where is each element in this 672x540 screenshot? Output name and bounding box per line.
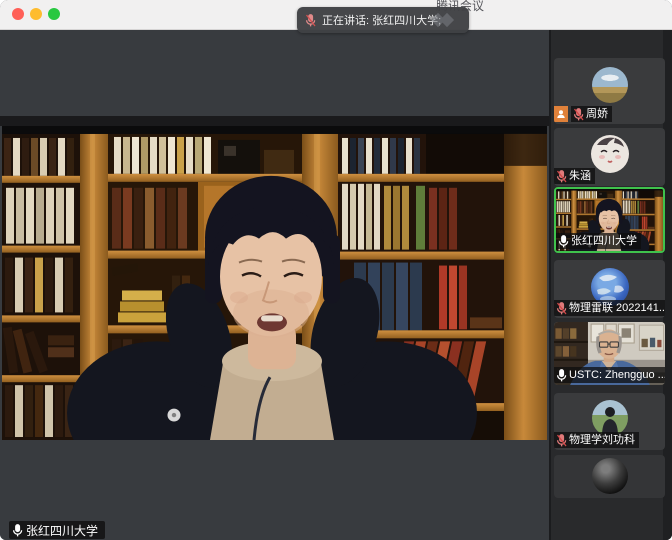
close-button[interactable] bbox=[12, 8, 24, 20]
main-speaker-video[interactable] bbox=[2, 126, 547, 440]
participant-tile[interactable]: 周娇 bbox=[554, 58, 665, 124]
participant-label: 物理学刘功科 bbox=[554, 432, 639, 448]
speaking-mic-icon bbox=[305, 14, 316, 27]
participant-name: 朱涵 bbox=[569, 169, 591, 183]
meeting-window: 腾讯会议 正在讲话: 张红四川大学; 张红四川大学 bbox=[0, 0, 672, 540]
mic-muted-icon bbox=[556, 170, 567, 183]
main-stage: 张红四川大学 bbox=[0, 30, 549, 540]
participant-label: 周娇 bbox=[571, 106, 612, 122]
speaking-toast: 正在讲话: 张红四川大学; bbox=[297, 7, 469, 33]
mic-muted-icon bbox=[573, 108, 584, 121]
participant-tile[interactable]: 物理雷联 2022141... bbox=[554, 260, 665, 318]
sphere-avatar bbox=[592, 458, 628, 494]
participant-tile-active-speaker[interactable]: 张红四川大学 bbox=[554, 187, 665, 253]
participant-name: 张红四川大学 bbox=[571, 234, 637, 248]
mic-on-icon bbox=[556, 369, 567, 382]
participant-tile[interactable]: 朱涵 bbox=[554, 128, 665, 186]
face-avatar bbox=[591, 135, 629, 173]
participant-name: 周娇 bbox=[586, 107, 608, 121]
participant-tile[interactable] bbox=[554, 455, 665, 498]
person-in-field-avatar bbox=[592, 400, 628, 436]
participant-name: 物理学刘功科 bbox=[569, 433, 635, 447]
mic-on-icon bbox=[558, 235, 569, 248]
zoom-button[interactable] bbox=[48, 8, 60, 20]
mic-muted-icon bbox=[556, 302, 567, 315]
landscape-avatar bbox=[592, 67, 628, 103]
participants-sidebar: 周娇 朱涵 bbox=[549, 30, 672, 540]
main-speaker-label: 张红四川大学 bbox=[9, 521, 105, 539]
video-letterbox-band bbox=[0, 116, 549, 126]
participant-label: USTC: Zhengguo ... bbox=[554, 367, 665, 383]
speaker-video-frame bbox=[2, 126, 547, 440]
participant-name: 物理雷联 2022141... bbox=[569, 301, 665, 315]
host-badge-icon bbox=[554, 106, 568, 122]
mic-on-icon bbox=[12, 524, 23, 537]
mic-muted-icon bbox=[556, 434, 567, 447]
participant-label: 朱涵 bbox=[554, 168, 595, 184]
main-speaker-name: 张红四川大学 bbox=[26, 522, 98, 539]
minimize-button[interactable] bbox=[30, 8, 42, 20]
speaking-toast-text: 正在讲话: 张红四川大学; bbox=[322, 12, 441, 28]
watermark-logo-icon bbox=[429, 13, 459, 27]
participant-tile[interactable]: 物理学刘功科 bbox=[554, 393, 665, 450]
participant-name: USTC: Zhengguo ... bbox=[569, 368, 665, 382]
participant-label: 张红四川大学 bbox=[556, 233, 641, 249]
participant-tile[interactable]: USTC: Zhengguo ... bbox=[554, 322, 665, 385]
participant-label: 物理雷联 2022141... bbox=[554, 300, 665, 316]
